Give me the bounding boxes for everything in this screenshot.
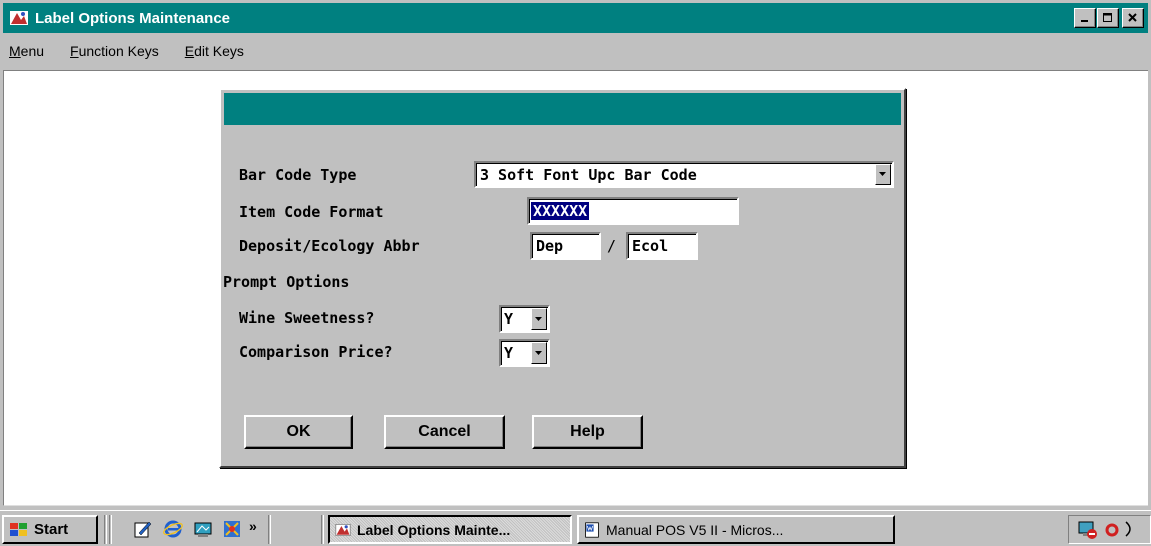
pen-icon[interactable]: [133, 519, 153, 539]
prompt-options-heading: Prompt Options: [223, 273, 350, 291]
cancel-button[interactable]: Cancel: [384, 415, 505, 449]
taskbar-separator: [321, 515, 324, 544]
item-code-format-input[interactable]: XXXXXX: [527, 197, 739, 225]
window-controls: [1073, 8, 1144, 28]
chevron-down-icon: [879, 172, 886, 176]
window-title: Label Options Maintenance: [35, 9, 231, 27]
item-code-format-label: Item Code Format: [239, 203, 384, 221]
taskbar-separator: [268, 515, 271, 544]
task-label: Label Options Mainte...: [357, 521, 511, 538]
ecology-abbr-input[interactable]: Ecol: [626, 232, 698, 260]
minimize-button[interactable]: [1074, 8, 1096, 28]
bar-code-type-value: 3 Soft Font Upc Bar Code: [480, 165, 697, 184]
maximize-button[interactable]: [1097, 8, 1119, 28]
dialog-title-bar: [224, 93, 901, 125]
app-logo-icon: [335, 523, 351, 536]
bar-code-type-label: Bar Code Type: [239, 166, 357, 184]
chevron-down-icon: [535, 316, 542, 321]
close-icon: [1128, 13, 1137, 22]
taskbar: Start » Label Options Mainte... Manual P…: [0, 510, 1151, 546]
chevron-down-icon: [535, 350, 542, 355]
task-button-manual-pos[interactable]: Manual POS V5 II - Micros...: [577, 515, 895, 544]
taskbar-separator: [109, 515, 112, 544]
deposit-abbr-input[interactable]: Dep: [530, 232, 601, 260]
ecology-abbr-value: Ecol: [632, 237, 669, 255]
start-label: Start: [34, 521, 69, 538]
menu-item-edit-keys[interactable]: Edit Keys: [185, 43, 244, 59]
deposit-ecology-separator: /: [607, 237, 617, 255]
ie-icon[interactable]: [163, 519, 183, 539]
app-logo-icon: [10, 11, 28, 25]
bar-code-type-select[interactable]: 3 Soft Font Upc Bar Code: [474, 161, 894, 188]
label-options-dialog: Bar Code Type 3 Soft Font Upc Bar Code I…: [219, 88, 906, 468]
windows-logo-icon: [10, 522, 27, 536]
comparison-price-value: Y: [504, 344, 514, 362]
help-button[interactable]: Help: [532, 415, 643, 449]
title-bar[interactable]: Label Options Maintenance: [3, 3, 1148, 33]
wine-sweetness-label: Wine Sweetness?: [239, 309, 375, 327]
close-button[interactable]: [1122, 8, 1144, 28]
start-button[interactable]: Start: [2, 515, 98, 544]
quick-launch-chevron[interactable]: »: [249, 518, 257, 534]
item-code-format-value: XXXXXX: [531, 202, 590, 220]
app-icon[interactable]: [222, 519, 242, 539]
comparison-price-label: Comparison Price?: [239, 343, 393, 361]
task-button-label-options[interactable]: Label Options Mainte...: [328, 515, 572, 544]
wine-sweetness-select[interactable]: Y: [499, 305, 550, 333]
bar-code-type-dropdown-button[interactable]: [875, 164, 891, 185]
system-tray: [1068, 515, 1151, 544]
task-label: Manual POS V5 II - Micros...: [606, 521, 784, 538]
menu-item-function-keys[interactable]: Function Keys: [70, 43, 159, 59]
minimize-icon: [1081, 20, 1088, 22]
menu-bar: Menu Function Keys Edit Keys: [3, 34, 1148, 68]
taskbar-separator: [104, 515, 107, 544]
word-document-icon: [585, 521, 599, 538]
ok-button[interactable]: OK: [244, 415, 353, 449]
wine-sweetness-value: Y: [504, 310, 514, 328]
maximize-icon: [1103, 13, 1112, 22]
comparison-price-dropdown-button[interactable]: [531, 342, 547, 364]
wine-sweetness-dropdown-button[interactable]: [531, 308, 547, 330]
comparison-price-select[interactable]: Y: [499, 339, 550, 367]
speaker-icon[interactable]: [1124, 519, 1138, 539]
deposit-ecology-label: Deposit/Ecology Abbr: [239, 237, 420, 255]
menu-item-menu[interactable]: Menu: [9, 43, 44, 59]
desktop-icon[interactable]: [193, 519, 213, 539]
network-icon[interactable]: [1077, 520, 1099, 540]
status-icon[interactable]: [1104, 521, 1120, 539]
deposit-abbr-value: Dep: [536, 237, 564, 255]
